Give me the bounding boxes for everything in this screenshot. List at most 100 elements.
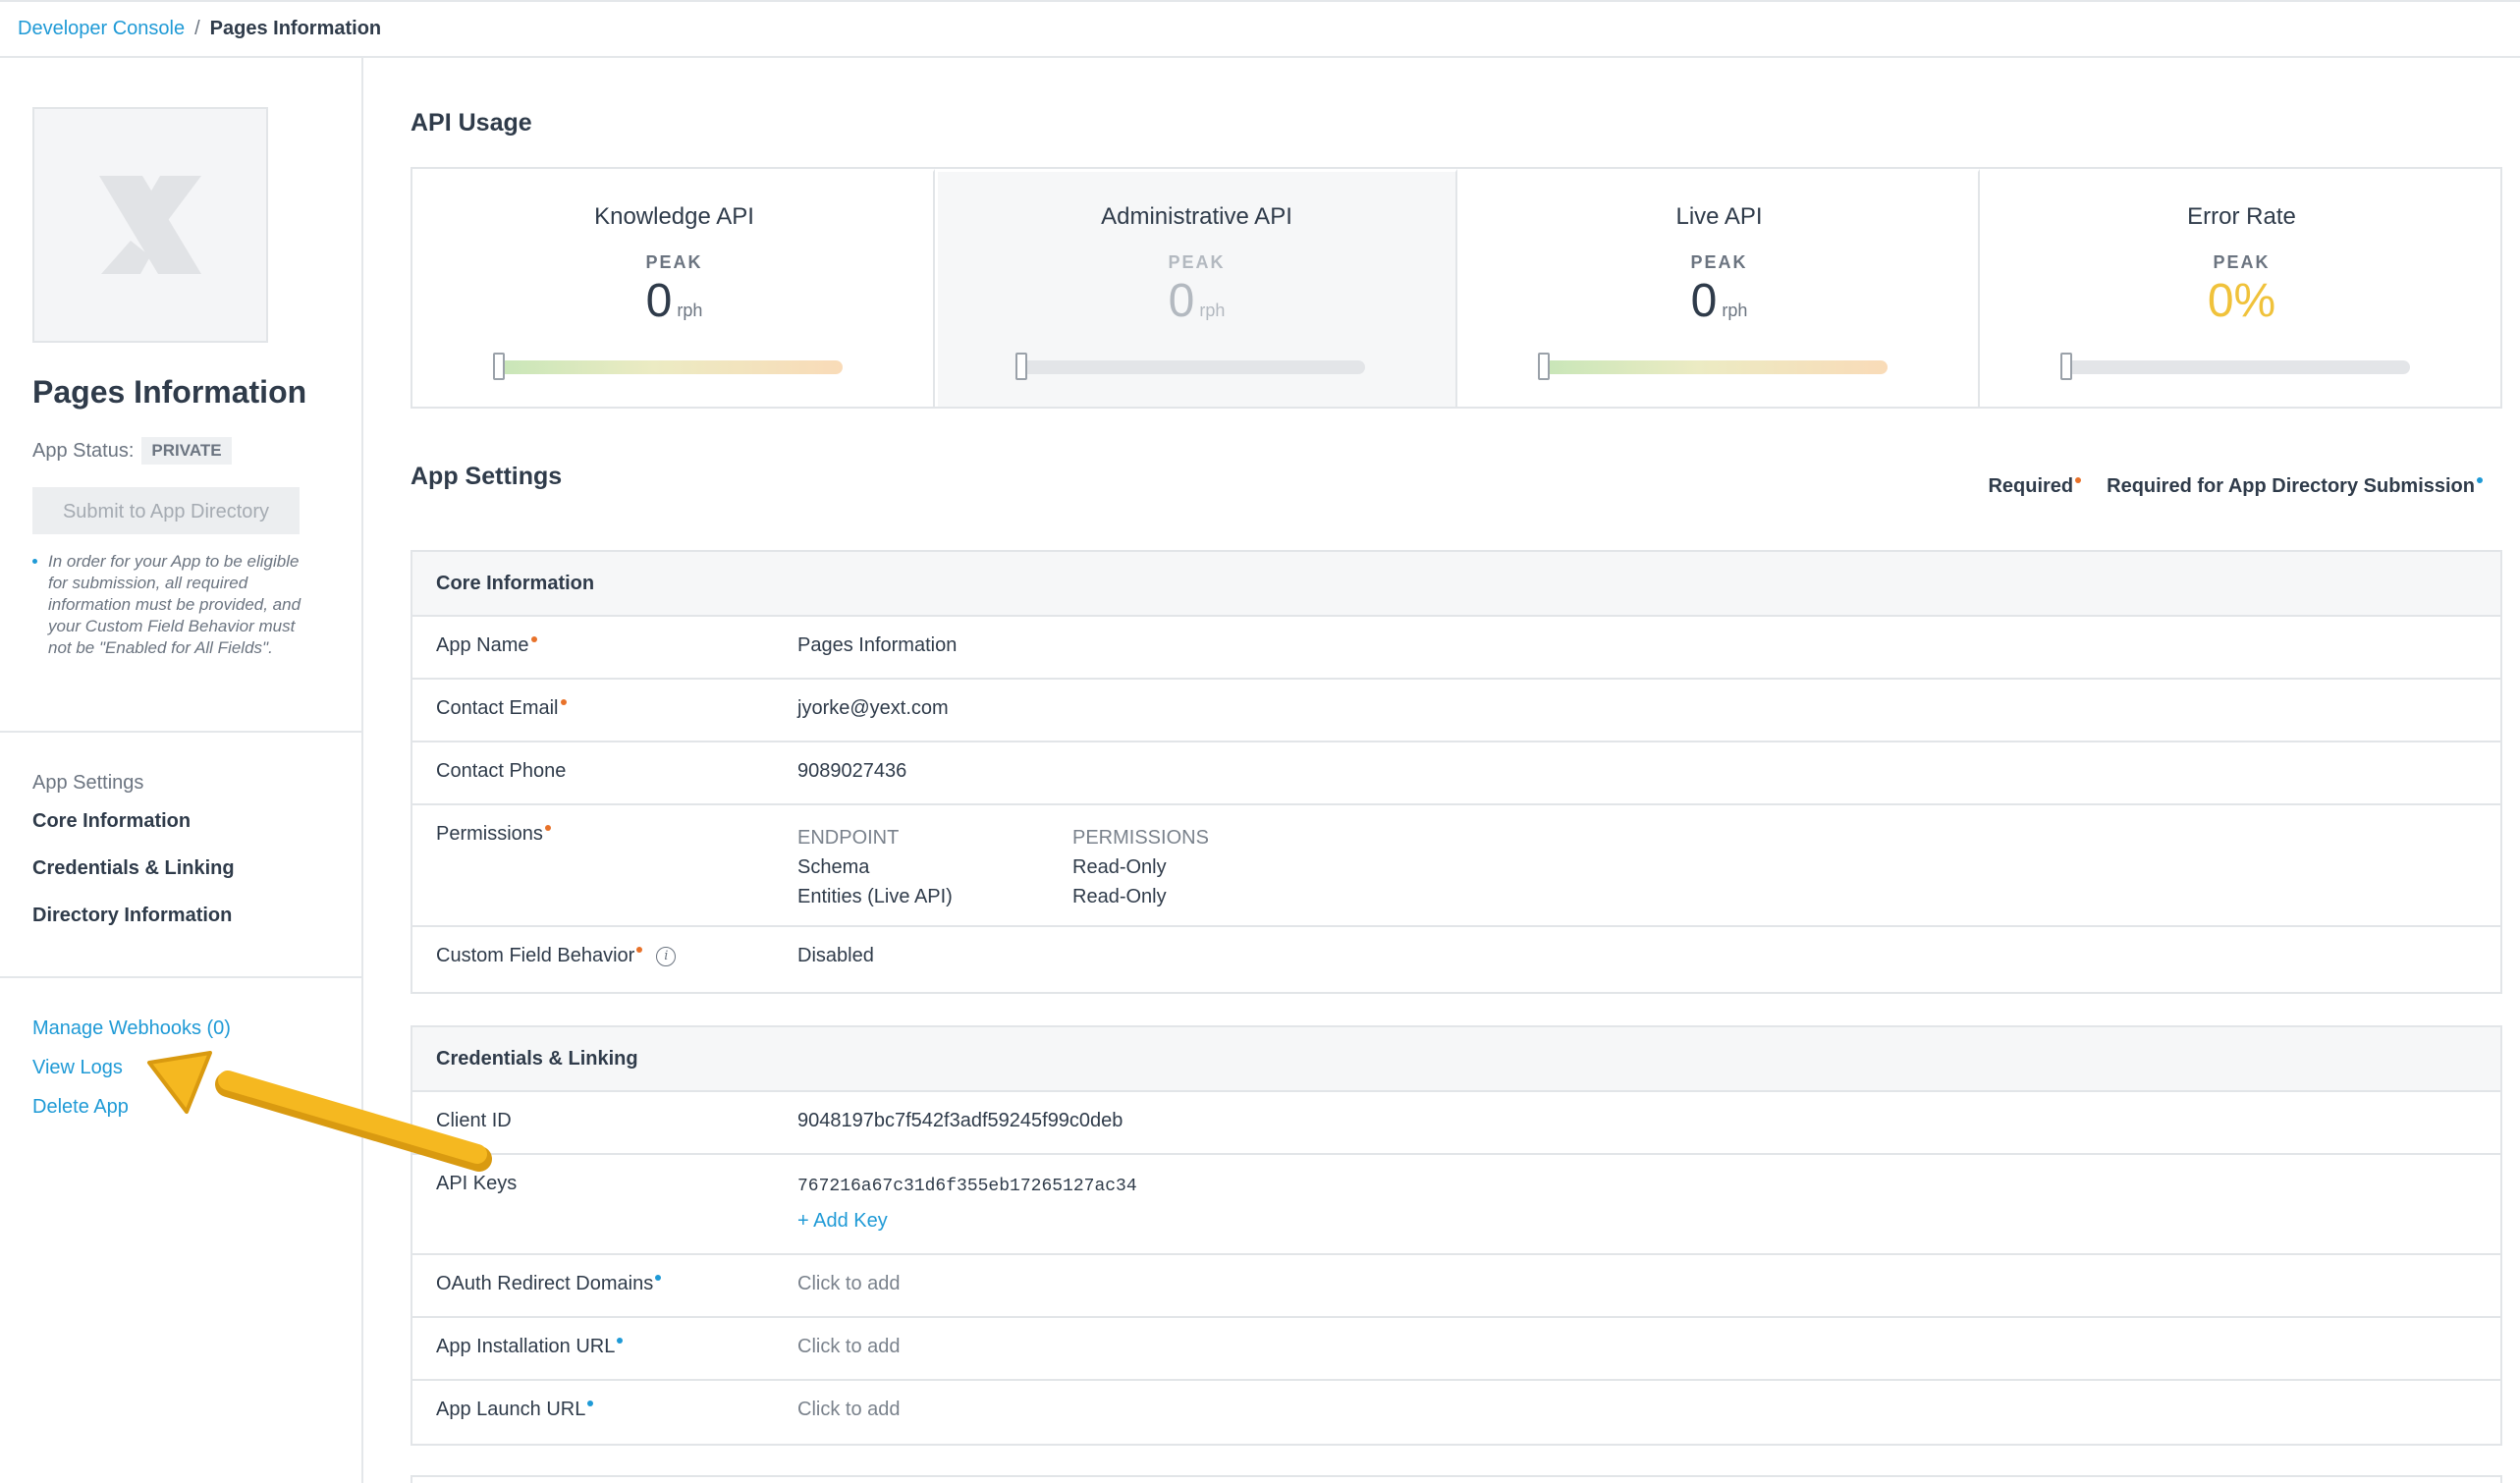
field-label: Client ID xyxy=(436,1110,512,1131)
manage-webhooks-link[interactable]: Manage Webhooks (0) xyxy=(32,1017,231,1040)
field-label: Custom Field Behavior xyxy=(436,945,635,966)
legend-directory: Required for App Directory Submission xyxy=(2107,475,2483,498)
usage-card-knowledge-api: Knowledge API PEAK 0 rph xyxy=(412,169,935,407)
permissions-header: PERMISSIONS xyxy=(1072,827,1209,849)
field-label: Contact Phone xyxy=(436,760,567,782)
status-badge: PRIVATE xyxy=(141,437,232,465)
usage-card-value: 0 xyxy=(645,275,673,327)
usage-meter xyxy=(1538,353,1888,380)
app-name-value[interactable]: Pages Information xyxy=(797,634,957,657)
app-launch-url-value[interactable]: Click to add xyxy=(797,1399,901,1421)
client-id-value: 9048197bc7f542f3adf59245f99c0deb xyxy=(797,1110,1123,1131)
permission-item: Read-Only xyxy=(1072,856,1167,878)
usage-meter xyxy=(1015,353,1365,380)
usage-meter-thumb xyxy=(2060,353,2072,380)
contact-phone-row[interactable]: Contact Phone 9089027436 xyxy=(412,742,2500,805)
legend-required: Required xyxy=(1988,475,2082,498)
usage-card-value: 0 xyxy=(1168,275,1195,327)
view-logs-link[interactable]: View Logs xyxy=(32,1057,123,1079)
usage-card-live-api: Live API PEAK 0 rph xyxy=(1457,169,1980,407)
permissions-column: PERMISSIONS Read-Only Read-Only xyxy=(1072,823,1209,911)
submission-note-text: In order for your App to be eligible for… xyxy=(48,552,301,657)
api-usage-panel: Knowledge API PEAK 0 rph Administrative … xyxy=(411,167,2502,409)
legend-directory-text: Required for App Directory Submission xyxy=(2107,475,2475,497)
custom-field-behavior-value[interactable]: Disabled xyxy=(797,945,874,967)
required-legend: Required Required for App Directory Subm… xyxy=(1988,475,2483,498)
oauth-redirect-domains-value[interactable]: Click to add xyxy=(797,1273,901,1295)
usage-card-peak-label: PEAK xyxy=(645,252,703,272)
usage-meter-thumb xyxy=(1538,353,1550,380)
directory-required-dot-icon xyxy=(2477,477,2483,483)
usage-card-administrative-api: Administrative API PEAK 0 rph xyxy=(935,169,1457,407)
directory-information-panel xyxy=(411,1475,2502,1483)
app-settings-title: App Settings xyxy=(411,463,563,490)
usage-meter-thumb xyxy=(493,353,505,380)
info-icon[interactable]: i xyxy=(656,947,677,966)
usage-card-peak-label: PEAK xyxy=(2213,252,2271,272)
usage-card-unit: rph xyxy=(1199,301,1226,320)
app-settings-nav-heading: App Settings xyxy=(32,772,144,794)
sidebar-divider xyxy=(0,731,363,733)
app-launch-url-row[interactable]: App Launch URL Click to add xyxy=(412,1381,2500,1444)
custom-field-behavior-row[interactable]: Custom Field Behavior i Disabled xyxy=(412,927,2500,992)
delete-app-link[interactable]: Delete App xyxy=(32,1096,129,1119)
usage-card-error-rate: Error Rate PEAK 0% xyxy=(1980,169,2500,407)
panel-heading: Core Information xyxy=(412,552,2500,617)
field-label: App Launch URL xyxy=(436,1399,586,1420)
app-status-label: App Status: xyxy=(32,439,135,462)
usage-card-peak-label: PEAK xyxy=(1690,252,1748,272)
note-bullet-icon xyxy=(32,559,37,564)
endpoint-item: Schema xyxy=(797,856,870,878)
required-dot-icon xyxy=(636,947,643,953)
usage-card-value: 0 xyxy=(1690,275,1718,327)
core-information-panel: Core Information App Name Pages Informat… xyxy=(411,550,2502,994)
field-label: App Installation URL xyxy=(436,1336,616,1357)
permission-item: Read-Only xyxy=(1072,886,1167,907)
oauth-redirect-domains-row[interactable]: OAuth Redirect Domains Click to add xyxy=(412,1255,2500,1318)
required-dot-icon xyxy=(2075,477,2082,483)
contact-email-row[interactable]: Contact Email jyorke@yext.com xyxy=(412,680,2500,742)
usage-card-title: Knowledge API xyxy=(594,203,754,230)
usage-meter-thumb xyxy=(1015,353,1027,380)
usage-meter xyxy=(2060,353,2410,380)
contact-phone-value[interactable]: 9089027436 xyxy=(797,760,906,783)
panel-heading: Credentials & Linking xyxy=(412,1027,2500,1092)
submit-to-app-directory-button[interactable]: Submit to App Directory xyxy=(32,487,300,534)
field-label: Contact Email xyxy=(436,697,559,719)
add-key-link[interactable]: + Add Key xyxy=(797,1210,888,1233)
field-label: OAuth Redirect Domains xyxy=(436,1273,654,1294)
sidebar: Pages Information App Status: PRIVATE Su… xyxy=(0,58,363,1483)
usage-card-unit: rph xyxy=(677,301,703,320)
required-dot-icon xyxy=(560,699,567,705)
credentials-linking-panel: Credentials & Linking Client ID 9048197b… xyxy=(411,1025,2502,1446)
directory-required-dot-icon xyxy=(655,1275,662,1281)
field-label: API Keys xyxy=(436,1173,518,1194)
error-rate-value: 0% xyxy=(2207,275,2276,327)
field-label: Permissions xyxy=(436,823,543,845)
app-name-row[interactable]: App Name Pages Information xyxy=(412,617,2500,680)
app-installation-url-row[interactable]: App Installation URL Click to add xyxy=(412,1318,2500,1381)
breadcrumb: Developer Console / Pages Information xyxy=(0,0,2520,58)
app-status: App Status: PRIVATE xyxy=(32,437,232,465)
endpoint-column: ENDPOINT Schema Entities (Live API) xyxy=(797,823,953,911)
usage-card-peak-label: PEAK xyxy=(1168,252,1226,272)
legend-required-text: Required xyxy=(1988,475,2074,497)
required-dot-icon xyxy=(530,636,537,642)
permissions-row[interactable]: Permissions ENDPOINT Schema Entities (Li… xyxy=(412,805,2500,927)
directory-required-dot-icon xyxy=(617,1338,624,1344)
sidebar-divider xyxy=(0,976,363,978)
breadcrumb-separator: / xyxy=(194,18,200,39)
usage-meter xyxy=(493,353,843,380)
sidebar-item-core-information[interactable]: Core Information xyxy=(32,810,191,833)
app-installation-url-value[interactable]: Click to add xyxy=(797,1336,901,1358)
app-logo xyxy=(32,107,268,343)
breadcrumb-developer-console-link[interactable]: Developer Console xyxy=(18,18,185,40)
client-id-row: Client ID 9048197bc7f542f3adf59245f99c0d… xyxy=(412,1092,2500,1155)
required-dot-icon xyxy=(544,825,551,831)
contact-email-value[interactable]: jyorke@yext.com xyxy=(797,697,949,720)
usage-card-title: Administrative API xyxy=(1101,203,1292,230)
sidebar-item-directory-information[interactable]: Directory Information xyxy=(32,905,232,927)
sidebar-item-credentials-linking[interactable]: Credentials & Linking xyxy=(32,857,235,880)
directory-required-dot-icon xyxy=(587,1401,594,1406)
usage-card-unit: rph xyxy=(1722,301,1748,320)
